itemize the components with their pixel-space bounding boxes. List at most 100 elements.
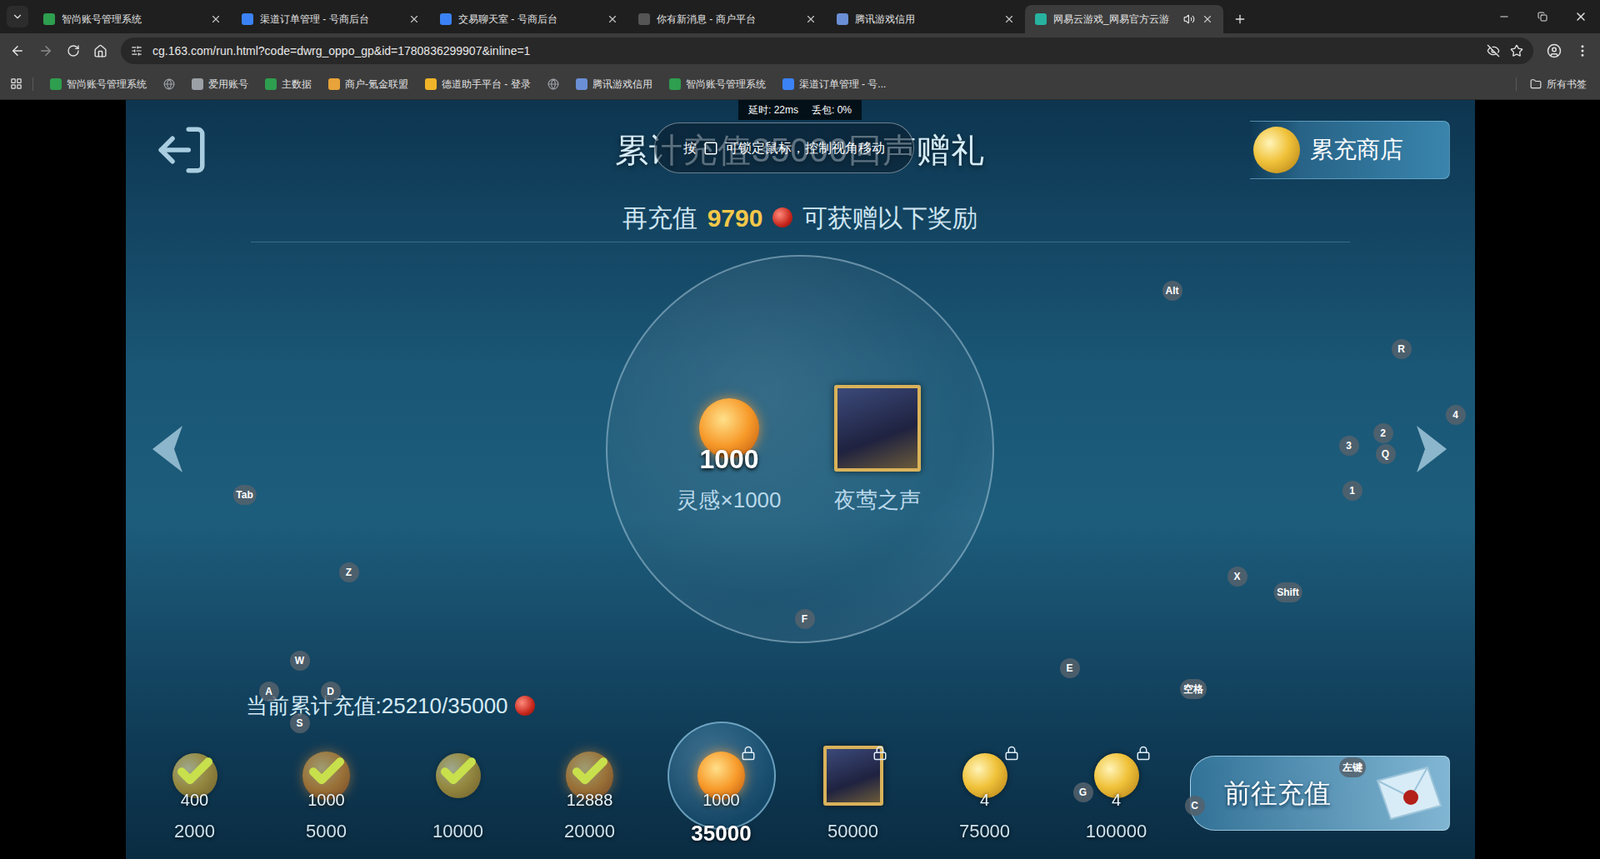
restore-button[interactable] bbox=[1523, 0, 1562, 34]
exit-icon[interactable] bbox=[154, 122, 210, 178]
key-hint: 空格 bbox=[1180, 679, 1207, 700]
tab-search-button[interactable] bbox=[6, 5, 29, 28]
game-canvas[interactable]: 累计充值35000回声赠礼累充商店再充值9790可获赠以下奖励1000灵感×10… bbox=[125, 100, 1475, 859]
minimize-button[interactable] bbox=[1485, 0, 1524, 34]
new-tab-button[interactable] bbox=[1228, 7, 1252, 31]
key-hint: E bbox=[1060, 658, 1080, 679]
bookmark-star-icon[interactable] bbox=[1510, 44, 1524, 58]
milestone[interactable]: 4100000 bbox=[1050, 734, 1183, 850]
key-hint: W bbox=[290, 650, 310, 671]
address-bar[interactable]: cg.163.com/run.html?code=dwrg_oppo_gp&id… bbox=[120, 37, 1534, 65]
key-hint: G bbox=[1073, 782, 1094, 803]
milestone[interactable]: 4002000 bbox=[129, 734, 261, 850]
close-tab-icon[interactable] bbox=[408, 13, 420, 25]
key-hint: C bbox=[1185, 795, 1205, 816]
milestone[interactable]: 10000 bbox=[392, 734, 525, 850]
close-tab-icon[interactable] bbox=[1003, 13, 1015, 25]
favicon-icon bbox=[191, 78, 204, 90]
bookmark-item[interactable] bbox=[540, 75, 566, 94]
bookmark-label: 腾讯游戏信用 bbox=[592, 76, 653, 92]
toolbar: cg.163.com/run.html?code=dwrg_oppo_gp&id… bbox=[0, 33, 1600, 69]
key-hint: 3 bbox=[1339, 435, 1360, 456]
check-icon bbox=[438, 751, 479, 792]
page-content: 累计充值35000回声赠礼累充商店再充值9790可获赠以下奖励1000灵感×10… bbox=[0, 100, 1600, 859]
chevron-down-icon bbox=[11, 10, 24, 23]
close-tab-icon[interactable] bbox=[805, 13, 817, 25]
browser-window: 智尚账号管理系统 渠道订单管理 - 号商后台 交易聊天室 - 号商后台 你有新消息 -… bbox=[0, 0, 1600, 859]
bookmark-item[interactable]: 智尚账号管理系统 bbox=[662, 73, 773, 95]
key-hint: D bbox=[320, 681, 341, 702]
key-hint: Alt bbox=[1162, 280, 1183, 301]
arrow-right-icon[interactable] bbox=[1415, 424, 1449, 475]
tab-title: 你有新消息 - 商户平台 bbox=[656, 11, 799, 27]
key-hint: 左键 bbox=[1339, 757, 1366, 778]
speaker-icon[interactable] bbox=[1183, 13, 1195, 25]
browser-tab[interactable]: 渠道订单管理 - 号商后台 bbox=[231, 5, 430, 34]
bookmark-item[interactable]: 腾讯游戏信用 bbox=[569, 73, 660, 95]
profile-icon[interactable] bbox=[1546, 43, 1562, 59]
close-tab-icon[interactable] bbox=[210, 13, 222, 25]
red-coin-icon bbox=[515, 695, 535, 716]
milestone[interactable]: 100035000 bbox=[655, 734, 788, 850]
check-icon bbox=[306, 751, 347, 792]
back-icon[interactable] bbox=[10, 43, 25, 59]
apps-icon[interactable] bbox=[10, 77, 23, 90]
home-icon[interactable] bbox=[93, 44, 108, 59]
key-hint: Shift bbox=[1273, 582, 1303, 603]
window-controls bbox=[1485, 0, 1600, 34]
close-tab-icon[interactable] bbox=[606, 13, 619, 25]
favicon-icon bbox=[782, 78, 795, 90]
milestone[interactable]: 50000 bbox=[787, 734, 920, 850]
store-button[interactable]: 累充商店 bbox=[1250, 120, 1450, 180]
browser-tab[interactable]: 腾讯游戏信用 bbox=[826, 5, 1025, 34]
tab-strip: 智尚账号管理系统 渠道订单管理 - 号商后台 交易聊天室 - 号商后台 你有新消息 -… bbox=[0, 0, 1600, 34]
milestone-row: 4002000100050001000012888200001000350005… bbox=[125, 720, 1475, 859]
browser-tab[interactable]: 你有新消息 - 商户平台 bbox=[628, 5, 827, 34]
bookmark-item[interactable]: 商户-氪金联盟 bbox=[321, 73, 415, 95]
key-hint: Q bbox=[1375, 444, 1396, 465]
key-hint: S bbox=[290, 713, 310, 734]
bookmark-item[interactable]: 主数据 bbox=[258, 73, 319, 95]
bookmark-item[interactable]: 智尚账号管理系统 bbox=[43, 73, 154, 95]
browser-tab[interactable]: 交易聊天室 - 号商后台 bbox=[430, 5, 629, 34]
favicon-icon bbox=[638, 13, 650, 25]
bookmark-item[interactable]: 渠道订单管理 - 号... bbox=[775, 73, 894, 95]
bookmark-item[interactable] bbox=[156, 75, 182, 94]
milestone[interactable]: 10005000 bbox=[260, 734, 393, 850]
milestone[interactable]: 1288820000 bbox=[524, 734, 656, 850]
browser-tab[interactable]: 智尚账号管理系统 bbox=[33, 5, 232, 34]
recharge-button[interactable]: 前往充值 bbox=[1190, 755, 1450, 831]
reward-name: 夜莺之声 bbox=[834, 484, 921, 517]
lock-icon bbox=[1135, 745, 1151, 761]
reward-item[interactable]: 1000灵感×1000 bbox=[676, 382, 781, 517]
network-status: 延时: 22ms丢包: 0% bbox=[738, 100, 862, 120]
favicon-icon bbox=[836, 13, 849, 25]
tracking-icon[interactable] bbox=[1486, 44, 1500, 58]
tab-title: 交易聊天室 - 号商后台 bbox=[458, 11, 600, 27]
need-row: 再充值9790可获赠以下奖励 bbox=[250, 200, 1350, 243]
reload-icon[interactable] bbox=[66, 44, 80, 58]
globe-icon bbox=[547, 78, 560, 90]
milestone-amount: 1000 bbox=[702, 787, 740, 813]
bookmark-item[interactable]: 爱用账号 bbox=[185, 73, 255, 95]
reward-item[interactable]: 夜莺之声 bbox=[831, 382, 924, 517]
milestone-amount: 400 bbox=[180, 787, 209, 813]
milestone-amount: 12888 bbox=[566, 787, 614, 813]
milestone[interactable]: 475000 bbox=[919, 734, 1051, 850]
red-coin-icon bbox=[772, 207, 793, 228]
favicon-icon bbox=[328, 78, 340, 90]
arrow-left-icon[interactable] bbox=[150, 424, 185, 475]
menu-icon[interactable] bbox=[1575, 43, 1590, 59]
close-tab-icon[interactable] bbox=[1201, 13, 1214, 25]
close-window-button[interactable] bbox=[1561, 0, 1600, 34]
tab-title: 腾讯游戏信用 bbox=[855, 11, 997, 27]
check-icon bbox=[570, 751, 610, 792]
site-info-icon[interactable] bbox=[130, 45, 143, 57]
bookmark-item[interactable]: 德道助手平台 - 登录 bbox=[418, 73, 538, 95]
key-hint: R bbox=[1391, 339, 1412, 360]
all-bookmarks[interactable]: 所有书签 bbox=[1526, 76, 1590, 92]
tab-title: 智尚账号管理系统 bbox=[61, 11, 204, 27]
forward-icon[interactable] bbox=[38, 43, 54, 59]
bookmark-label: 主数据 bbox=[281, 76, 312, 92]
browser-tab[interactable]: 网易云游戏_网易官方云游 bbox=[1025, 5, 1224, 34]
